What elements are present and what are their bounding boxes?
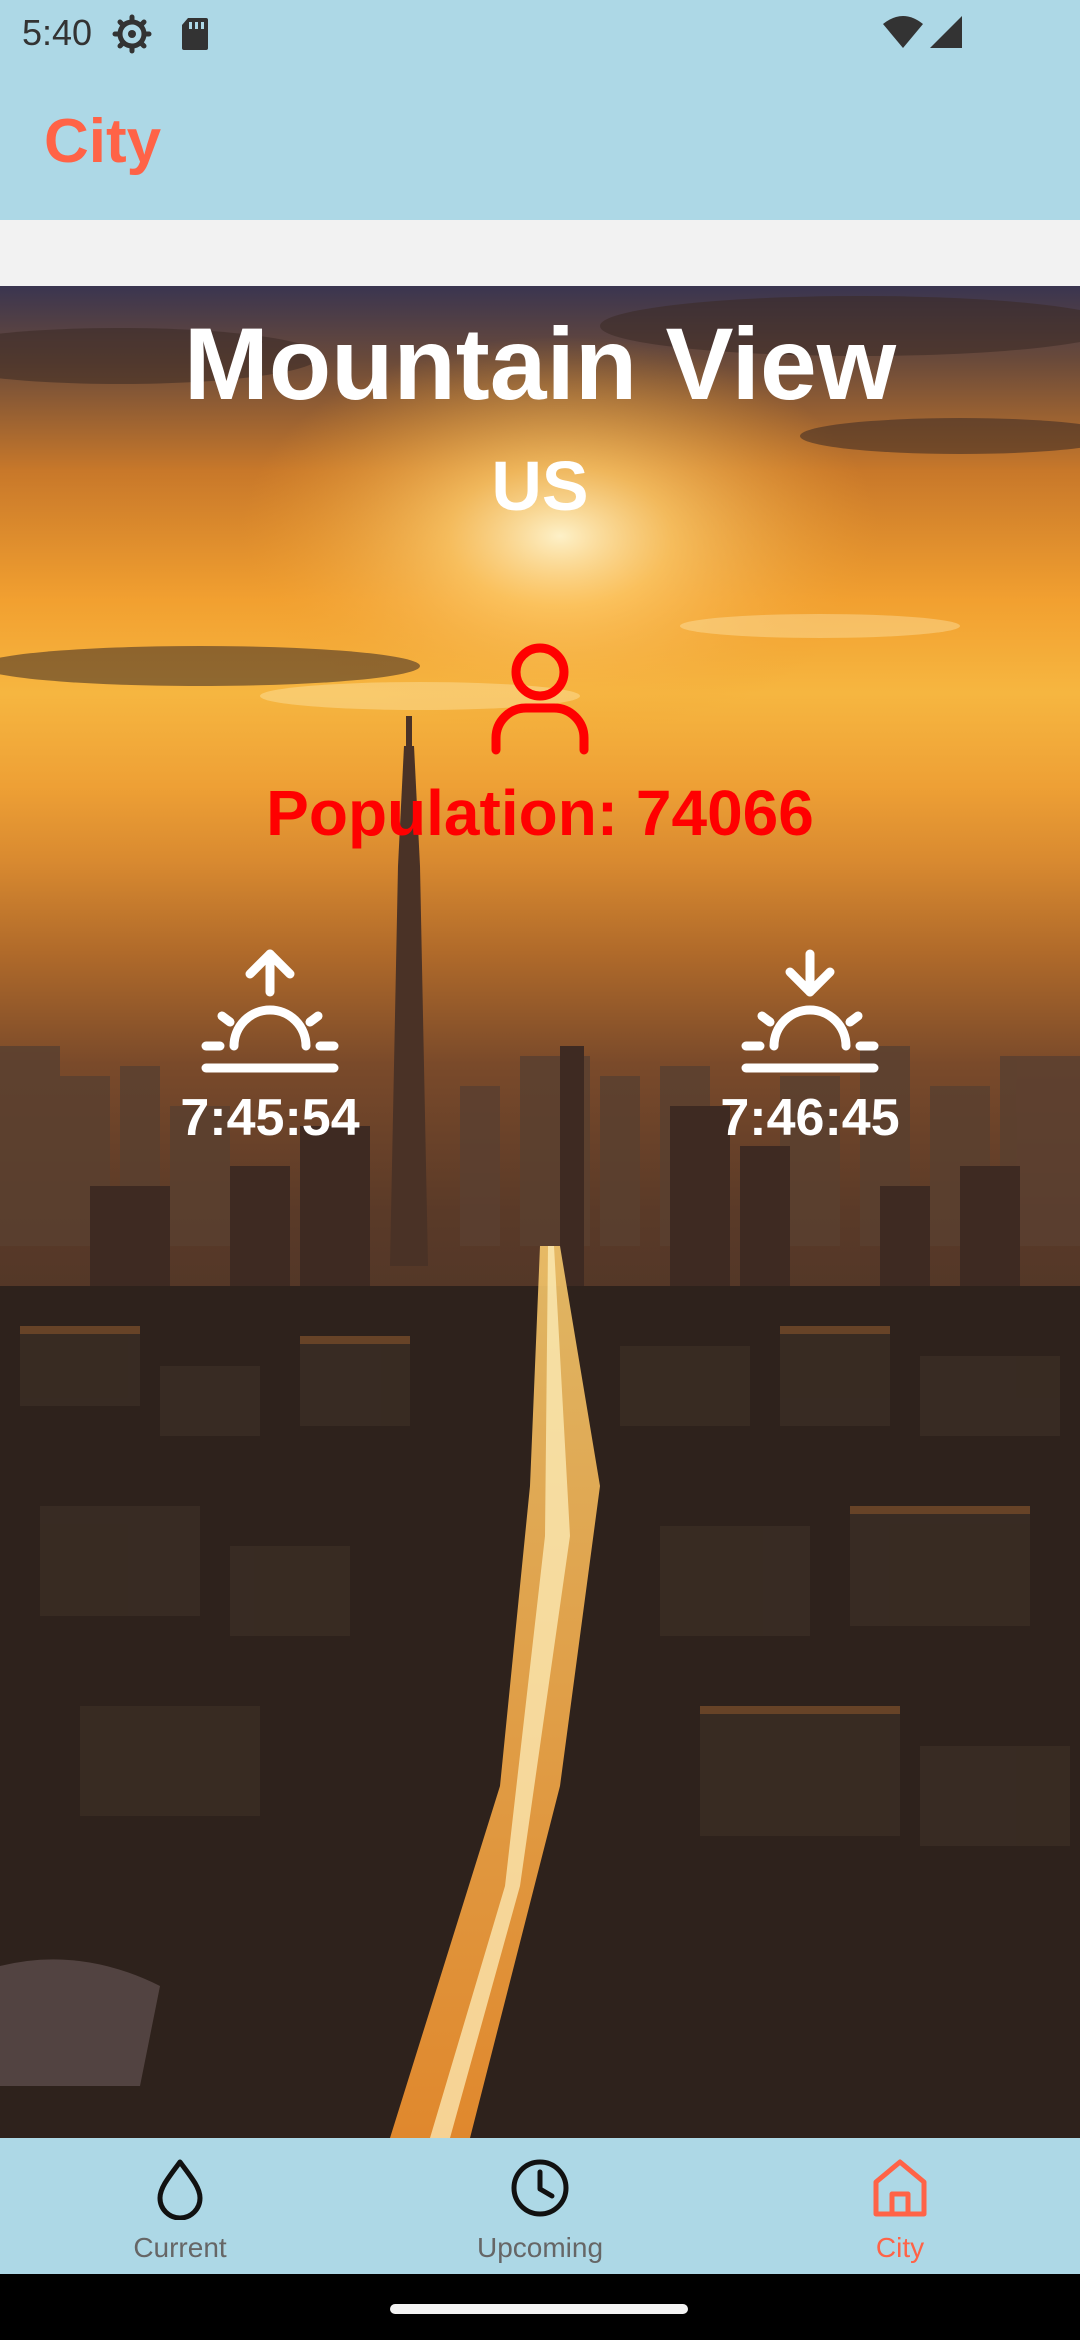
- nav-label-current: Current: [133, 2232, 227, 2263]
- gear-icon: [112, 14, 152, 54]
- sunset-icon: [741, 949, 879, 1073]
- sim-card-icon: [182, 18, 208, 50]
- city-skyline-background: [0, 296, 1080, 2138]
- home-icon: [873, 2159, 927, 2217]
- home-gesture-handle[interactable]: [390, 2304, 688, 2314]
- nav-label-city: City: [875, 2232, 925, 2263]
- status-time: 5:40: [22, 12, 93, 53]
- nav-item-upcoming[interactable]: Upcoming: [360, 2138, 720, 2274]
- country-code: US: [491, 447, 589, 525]
- nav-item-current[interactable]: Current: [0, 2138, 360, 2274]
- clock-icon: [511, 2159, 569, 2217]
- system-gesture-bar: [0, 2274, 1080, 2340]
- app-title: City: [44, 107, 162, 176]
- sunrise-icon: [201, 949, 339, 1073]
- app-bar: City: [0, 66, 1080, 220]
- water-drop-icon: [157, 2159, 203, 2220]
- status-bar: 5:40: [0, 0, 1080, 66]
- cell-signal-icon: [930, 16, 962, 48]
- population-label: Population: 74066: [266, 777, 814, 849]
- city-name: Mountain View: [183, 307, 897, 421]
- app-screen: 5:40 City Mountain View US Population: 7…: [0, 0, 1080, 2340]
- content-top-spacer: [0, 220, 1080, 286]
- sunrise-time: 7:45:54: [180, 1089, 360, 1147]
- city-hero-panel: Mountain View US Population: 74066 7:45:…: [0, 286, 1080, 2138]
- person-icon: [491, 643, 589, 755]
- nav-item-city[interactable]: City: [720, 2138, 1080, 2274]
- wifi-icon: [883, 16, 923, 48]
- bottom-navigation: Current Upcoming City: [0, 2138, 1080, 2274]
- nav-label-upcoming: Upcoming: [476, 2232, 604, 2263]
- sunset-time: 7:46:45: [720, 1089, 900, 1147]
